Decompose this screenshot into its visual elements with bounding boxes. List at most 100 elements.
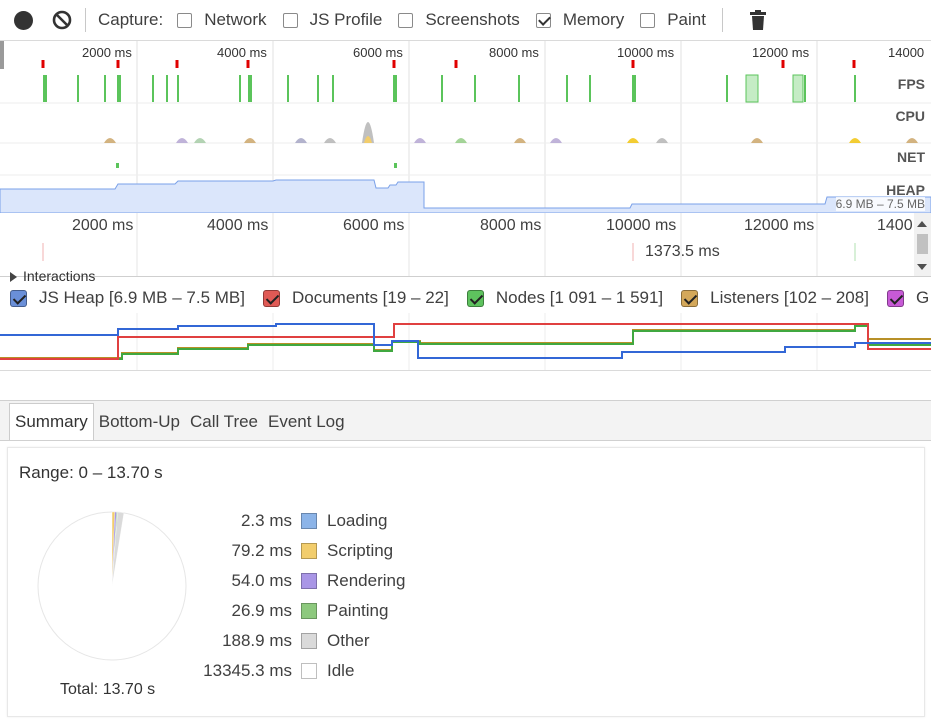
toolbar-divider — [85, 8, 86, 32]
tab-summary[interactable]: Summary — [9, 403, 94, 440]
category-value: 54.0 ms — [231, 571, 292, 590]
cpu-bump — [455, 138, 467, 143]
collect-garbage-button[interactable] — [749, 9, 767, 31]
net-label: NET — [897, 149, 925, 165]
overview-tick-label: 10000 ms — [617, 45, 675, 60]
detail-scrollbar[interactable] — [914, 213, 931, 276]
checkbox-box[interactable] — [640, 12, 656, 28]
cpu-label: CPU — [895, 108, 925, 124]
total-text: Total: 13.70 s — [60, 681, 156, 698]
js-profile-checkbox[interactable]: JS Profile — [282, 10, 382, 30]
toolbar: Capture: Network JS Profile Screenshots … — [0, 0, 931, 41]
frame-marker — [631, 60, 635, 68]
category-swatch — [301, 513, 317, 529]
category-value: 188.9 ms — [222, 631, 292, 650]
fps-bar — [287, 75, 289, 102]
paint-checkbox[interactable]: Paint — [640, 10, 706, 30]
fps-bar — [726, 75, 728, 102]
fps-bar — [632, 75, 634, 102]
legend-label: Nodes [1 091 – 1 591] — [495, 288, 664, 307]
frame-marker — [454, 60, 458, 68]
gpu-memory-checkbox[interactable] — [886, 289, 904, 307]
memory-counter-graphs[interactable] — [0, 313, 931, 371]
category-value: 79.2 ms — [231, 541, 292, 560]
documents-toggle[interactable]: Documents [19 – 22] — [262, 288, 449, 308]
category-row: 79.2 ms Scripting — [188, 536, 405, 566]
nodes-checkbox[interactable] — [466, 289, 484, 307]
network-checkbox[interactable]: Network — [177, 10, 267, 30]
ruler-tick: 1400 — [877, 217, 913, 234]
overview-tick-label: 6000 ms — [353, 45, 403, 60]
cpu-bump — [295, 138, 307, 143]
category-swatch — [301, 663, 317, 679]
fps-bar — [634, 75, 636, 102]
cpu-bump — [414, 138, 426, 143]
details-tabbar: Summary Bottom-Up Call Tree Event Log — [0, 401, 931, 441]
cpu-bump — [104, 138, 116, 143]
trash-icon — [749, 10, 766, 30]
category-swatch — [301, 543, 317, 559]
category-list: 2.3 ms Loading 79.2 ms Scripting 54.0 ms Re… — [188, 506, 405, 686]
clear-button[interactable] — [52, 10, 72, 30]
gpu-memory-toggle[interactable]: G — [886, 288, 929, 308]
block-icon — [52, 10, 72, 30]
frame-marker — [392, 60, 396, 68]
fps-bar — [317, 75, 319, 102]
checkbox-label: Network — [204, 10, 267, 29]
fps-bar — [239, 75, 241, 102]
category-row: 13345.3 ms Idle — [188, 656, 405, 686]
fps-bar — [566, 75, 568, 102]
ruler-tick: 2000 ms — [72, 217, 134, 234]
category-value: 13345.3 ms — [203, 661, 292, 680]
net-marker — [116, 163, 119, 168]
ruler-tick: 8000 ms — [480, 217, 542, 234]
documents-checkbox[interactable] — [262, 289, 280, 307]
checkbox-box[interactable] — [177, 12, 193, 28]
memory-checkbox[interactable]: Memory — [535, 10, 624, 30]
category-value: 2.3 ms — [240, 511, 292, 530]
cpu-bump — [751, 138, 763, 143]
ruler-tick: 6000 ms — [343, 217, 405, 234]
overview-tick-label: 14000 — [888, 45, 924, 60]
detail-ruler: 2000 ms 4000 ms 6000 ms 8000 ms 10000 ms… — [0, 213, 931, 284]
summary-pie-chart — [37, 511, 187, 661]
cpu-bump — [194, 138, 206, 143]
nodes-toggle[interactable]: Nodes [1 091 – 1 591] — [466, 288, 664, 308]
checkbox-label: Screenshots — [425, 10, 520, 29]
category-name: Rendering — [327, 571, 406, 590]
scroll-down-arrow-icon[interactable] — [917, 264, 927, 270]
ruler-tick: 4000 ms — [207, 217, 269, 234]
timeline-overview[interactable]: 2000 ms 4000 ms 6000 ms 8000 ms 10000 ms 1200… — [0, 41, 931, 213]
overview-tick-label: 12000 ms — [752, 45, 810, 60]
checkbox-box[interactable] — [535, 12, 551, 28]
tab-bottom-up[interactable]: Bottom-Up — [94, 404, 185, 440]
interactions-label: Interactions — [23, 268, 96, 284]
listeners-toggle[interactable]: Listeners [102 – 208] — [681, 288, 869, 308]
tab-event-log[interactable]: Event Log — [263, 404, 350, 440]
screenshots-checkbox[interactable]: Screenshots — [398, 10, 520, 30]
time-marker-label: 1373.5 ms — [645, 243, 720, 260]
checkbox-box[interactable] — [282, 12, 298, 28]
fps-bar — [45, 75, 47, 102]
heap-label: HEAP — [886, 182, 925, 198]
jsheap-toggle[interactable]: JS Heap [6.9 MB – 7.5 MB] — [10, 288, 245, 308]
listeners-checkbox[interactable] — [681, 289, 699, 307]
interactions-track[interactable]: Interactions — [10, 268, 95, 284]
checkbox-label: Paint — [667, 10, 706, 29]
scroll-thumb[interactable] — [917, 234, 928, 254]
fps-bar — [77, 75, 79, 102]
jsheap-checkbox[interactable] — [10, 289, 27, 307]
fps-block — [792, 74, 804, 103]
legend-label: JS Heap [6.9 MB – 7.5 MB] — [39, 288, 245, 307]
record-button[interactable] — [14, 10, 33, 30]
cpu-bump — [244, 138, 256, 143]
scroll-up-arrow-icon[interactable] — [917, 221, 927, 227]
fps-bar — [117, 75, 119, 102]
frame-marker — [116, 60, 120, 68]
category-name: Painting — [327, 601, 389, 620]
checkbox-box[interactable] — [398, 12, 414, 28]
cpu-bump — [627, 138, 639, 143]
tab-call-tree[interactable]: Call Tree — [185, 404, 263, 440]
overview-tick-label: 8000 ms — [489, 45, 539, 60]
ruler-tick: 10000 ms — [606, 217, 677, 234]
